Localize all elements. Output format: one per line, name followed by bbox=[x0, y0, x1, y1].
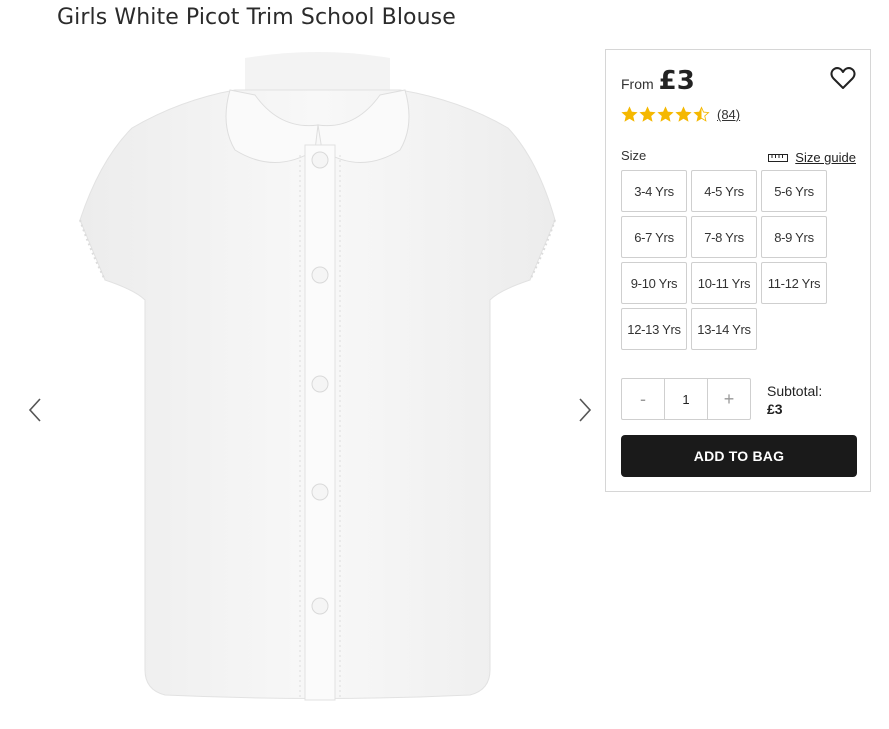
size-guide-label: Size guide bbox=[795, 150, 856, 165]
size-options: 3-4 Yrs 4-5 Yrs 5-6 Yrs 6-7 Yrs 7-8 Yrs 8-9 Y… bbox=[621, 170, 861, 350]
subtotal-amount: £3 bbox=[767, 401, 783, 417]
chevron-right-icon bbox=[579, 398, 592, 422]
price-value: £3 bbox=[658, 66, 695, 96]
size-label: Size bbox=[621, 148, 647, 163]
gallery-prev-button[interactable] bbox=[20, 390, 50, 430]
product-image bbox=[79, 52, 556, 701]
review-count-link[interactable]: (84) bbox=[717, 107, 740, 122]
size-option-button[interactable]: 4-5 Yrs bbox=[691, 170, 757, 212]
rating: (84) bbox=[621, 106, 740, 123]
subtotal-label: Subtotal: bbox=[767, 383, 823, 399]
size-option-button[interactable]: 6-7 Yrs bbox=[621, 216, 687, 258]
price-from-label: From bbox=[621, 76, 654, 92]
price-row: From £3 bbox=[621, 66, 695, 96]
star-full-icon bbox=[675, 106, 692, 122]
size-option-button[interactable]: 8-9 Yrs bbox=[761, 216, 827, 258]
size-option-button[interactable]: 10-11 Yrs bbox=[691, 262, 757, 304]
star-half-icon bbox=[693, 106, 710, 122]
chevron-left-icon bbox=[28, 398, 41, 422]
rating-stars bbox=[621, 106, 711, 123]
size-option-button[interactable]: 9-10 Yrs bbox=[621, 262, 687, 304]
purchase-panel: From £3 (84) Size Size guide 3-4 Yrs 4-5 … bbox=[605, 49, 871, 492]
subtotal: Subtotal: £3 bbox=[767, 382, 822, 418]
size-option-button[interactable]: 11-12 Yrs bbox=[761, 262, 827, 304]
product-title: Girls White Picot Trim School Blouse bbox=[57, 5, 456, 30]
star-full-icon bbox=[621, 106, 638, 122]
size-option-button[interactable]: 13-14 Yrs bbox=[691, 308, 757, 350]
star-full-icon bbox=[657, 106, 674, 122]
quantity-decrease-button[interactable]: - bbox=[622, 379, 664, 419]
size-guide-link[interactable]: Size guide bbox=[768, 150, 856, 165]
quantity-value[interactable]: 1 bbox=[664, 379, 708, 419]
quantity-stepper: - 1 + bbox=[621, 378, 751, 420]
size-option-button[interactable]: 3-4 Yrs bbox=[621, 170, 687, 212]
add-to-bag-button[interactable]: ADD TO BAG bbox=[621, 435, 857, 477]
size-option-button[interactable]: 7-8 Yrs bbox=[691, 216, 757, 258]
wishlist-button[interactable] bbox=[829, 64, 857, 92]
product-gallery bbox=[0, 50, 600, 729]
gallery-next-button[interactable] bbox=[570, 390, 600, 430]
ruler-icon bbox=[768, 153, 789, 162]
star-full-icon bbox=[639, 106, 656, 122]
size-option-button[interactable]: 5-6 Yrs bbox=[761, 170, 827, 212]
quantity-increase-button[interactable]: + bbox=[708, 379, 750, 419]
heart-icon bbox=[830, 67, 856, 89]
size-option-button[interactable]: 12-13 Yrs bbox=[621, 308, 687, 350]
